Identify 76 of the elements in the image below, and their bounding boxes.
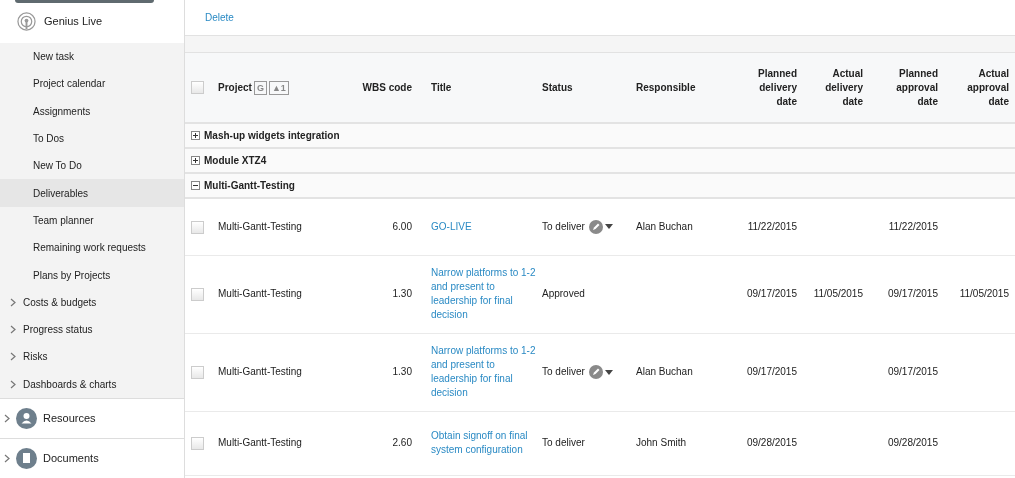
caret-icon[interactable] [604,369,613,375]
table-cell: 09/17/2015 [746,366,797,377]
sidebar-item[interactable]: New To Do [0,152,184,180]
row-checkbox[interactable] [191,220,204,234]
title-link[interactable]: GO-LIVE [431,219,536,234]
caret-icon[interactable] [604,224,613,230]
title-link[interactable]: Narrow platforms to 1-2 and present to leadership for final decision [431,344,536,400]
select-all-checkbox[interactable] [191,81,204,95]
table-cell: 09/17/2015 [887,288,938,299]
status-text: Approved [542,288,585,299]
table-cell: 09/17/2015 [746,288,797,299]
row-checkbox[interactable] [191,436,204,450]
row-checkbox[interactable] [191,287,204,301]
status-text: To deliver [542,365,585,377]
sidebar-section[interactable]: Dashboards & charts [0,370,184,398]
column-header[interactable]: Planned approval date [869,53,944,123]
table-cell: 1.30 [392,366,412,377]
status-text: To deliver [542,437,585,448]
table-cell: Alan Buchan [636,366,693,377]
table-cell: 09/28/2015 [746,437,797,448]
group-label: Module XTZ4 [204,154,267,166]
table-cell: 11/05/2015 [813,288,863,299]
table-cell: 1.30 [392,288,412,299]
sidebar-item[interactable]: Plans by Projects [0,261,184,289]
column-header[interactable]: Title [418,53,536,123]
table-cell: Multi-Gantt-Testing [218,288,302,299]
table-cell: 11/05/2015 [959,288,1009,299]
toggle-icon[interactable] [191,180,200,190]
table-cell: 11/22/2015 [888,220,938,232]
toggle-icon[interactable] [191,155,200,165]
table-cell: Alan Buchan [636,220,693,232]
column-header[interactable]: WBS code [352,53,418,123]
chevron-icon [4,453,10,463]
sidebar-item[interactable]: To Dos [0,124,184,153]
sidebar-section[interactable]: Risks [0,343,184,371]
person-icon [16,407,37,429]
chevron-icon [10,379,16,389]
table-cell: 09/28/2015 [887,437,938,448]
table-cell: John Smith [636,437,687,448]
sidebar-item[interactable]: New task [0,42,184,71]
sidebar-item[interactable]: Team planner [0,206,184,235]
column-header[interactable]: Project [218,81,252,93]
document-icon [16,447,37,469]
group-label: Mash-up widgets integration [204,129,340,141]
row-checkbox[interactable] [191,365,204,379]
chevron-icon [10,352,16,362]
sidebar-section[interactable]: Progress status [0,316,184,344]
broadcast-icon [17,12,36,31]
column-header[interactable]: Actual approval date [944,53,1015,123]
module-item[interactable]: Resources [0,397,184,438]
module-item[interactable]: Documents [0,437,184,478]
toggle-icon[interactable] [191,130,200,140]
sidebar-item[interactable]: Project calendar [0,70,184,98]
table-cell: Multi-Gantt-Testing [218,437,302,448]
chevron-icon [4,413,10,423]
chevron-icon [10,325,16,335]
sidebar-item[interactable]: Remaining work requests [0,234,184,262]
table-cell: 6.00 [392,220,412,232]
column-header[interactable]: Planned delivery date [740,53,803,123]
table-cell: 2.60 [392,437,412,448]
table-cell: 09/17/2015 [887,366,938,377]
table-cell: Multi-Gantt-Testing [218,366,302,377]
delete-link[interactable]: Delete [205,10,234,25]
column-header[interactable]: Responsible [630,53,740,123]
chevron-icon [10,297,16,307]
title-link[interactable]: Narrow platforms to 1-2 and present to leadership for final decision [431,266,536,322]
sidebar-section[interactable]: Costs & budgets [0,288,184,316]
sidebar-item[interactable]: Deliverables [0,179,184,207]
column-header[interactable]: Status [536,53,630,123]
sidebar-item[interactable]: Assignments [0,97,184,125]
status-text: To deliver [542,220,585,232]
group-label: Multi-Gantt-Testing [204,179,295,191]
title-link[interactable]: Obtain signoff on final system configuration [431,429,536,457]
table-cell: 11/22/2015 [747,220,797,232]
table-cell: Multi-Gantt-Testing [218,220,302,232]
column-header[interactable]: Actual delivery date [803,53,869,123]
